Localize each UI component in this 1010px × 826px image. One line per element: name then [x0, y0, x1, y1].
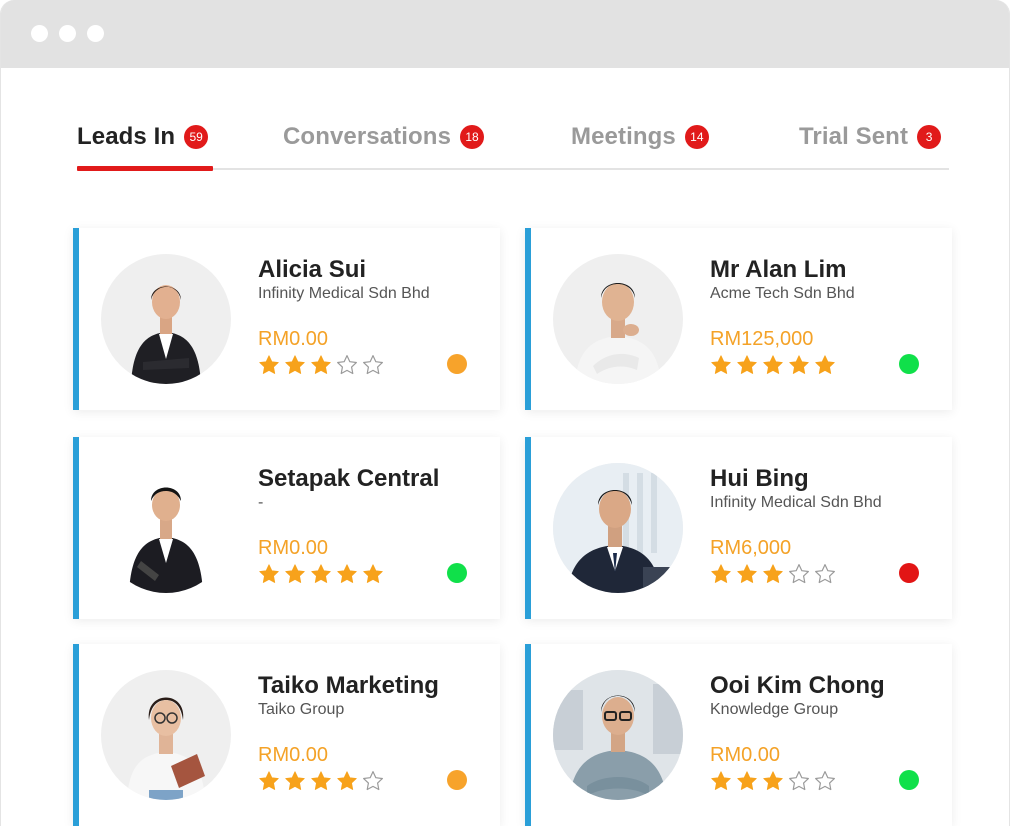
pipeline-tabs: Leads In 59 Conversations 18 Meetings 14…: [77, 117, 949, 171]
lead-name: Mr Alan Lim: [710, 256, 847, 283]
tab-trial-sent[interactable]: Trial Sent 3: [799, 117, 942, 171]
star-outline-icon: [789, 771, 809, 791]
status-dot: [899, 354, 919, 374]
star-filled-icon: [259, 564, 279, 583]
star-filled-icon: [789, 355, 809, 374]
window-dot-icon[interactable]: [31, 25, 48, 42]
lead-amount: RM0.00: [710, 744, 781, 766]
lead-amount: RM125,000: [710, 328, 814, 350]
tab-label: Meetings: [571, 123, 676, 150]
status-dot: [899, 770, 919, 790]
star-outline-icon: [815, 771, 835, 791]
lead-company: Infinity Medical Sdn Bhd: [258, 285, 430, 302]
status-dot: [447, 354, 467, 374]
star-outline-icon: [815, 564, 835, 584]
lead-card[interactable]: Taiko Marketing Taiko Group RM0.00: [73, 644, 500, 826]
star-filled-icon: [815, 355, 835, 374]
tab-label: Conversations: [283, 123, 452, 150]
avatar: [553, 463, 683, 593]
avatar: [101, 254, 231, 384]
tab-count-badge: 18: [460, 125, 485, 149]
lead-company: Acme Tech Sdn Bhd: [710, 285, 855, 302]
star-filled-icon: [763, 771, 783, 790]
star-filled-icon: [711, 355, 731, 374]
star-filled-icon: [311, 355, 331, 374]
window-dot-icon[interactable]: [59, 25, 76, 42]
star-filled-icon: [285, 355, 305, 374]
tab-leads-in[interactable]: Leads In 59: [77, 117, 209, 171]
tab-count-badge: 59: [184, 125, 209, 149]
lead-company: Infinity Medical Sdn Bhd: [710, 494, 882, 511]
lead-card[interactable]: Ooi Kim Chong Knowledge Group RM0.00: [525, 644, 952, 826]
status-dot: [899, 563, 919, 583]
lead-amount: RM6,000: [710, 537, 792, 559]
avatar: [101, 463, 231, 593]
avatar: [101, 670, 231, 800]
avatar: [553, 254, 683, 384]
star-outline-icon: [337, 355, 357, 375]
star-filled-icon: [285, 564, 305, 583]
avatar: [553, 670, 683, 800]
lead-amount: RM0.00: [258, 744, 329, 766]
star-filled-icon: [337, 771, 357, 790]
tab-meetings[interactable]: Meetings 14: [571, 117, 709, 171]
lead-amount: RM0.00: [258, 537, 329, 559]
lead-name: Hui Bing: [710, 465, 809, 492]
star-outline-icon: [789, 564, 809, 584]
lead-card[interactable]: Mr Alan Lim Acme Tech Sdn Bhd RM125,000: [525, 228, 952, 410]
tab-label: Trial Sent: [799, 123, 909, 150]
star-filled-icon: [259, 771, 279, 790]
lead-company: -: [258, 494, 264, 511]
star-filled-icon: [737, 771, 757, 790]
status-dot: [447, 770, 467, 790]
lead-name: Alicia Sui: [258, 256, 367, 283]
window-titlebar: [1, 0, 1009, 68]
tab-label: Leads In: [77, 123, 176, 150]
star-filled-icon: [711, 564, 731, 583]
star-outline-icon: [363, 771, 383, 791]
star-outline-icon: [363, 355, 383, 375]
lead-name: Ooi Kim Chong: [710, 672, 885, 699]
active-tab-indicator: [77, 166, 213, 171]
lead-rating: [258, 563, 384, 585]
star-filled-icon: [285, 771, 305, 790]
lead-card[interactable]: Hui Bing Infinity Medical Sdn Bhd RM6,00…: [525, 437, 952, 619]
star-filled-icon: [363, 564, 383, 583]
tab-conversations[interactable]: Conversations 18: [283, 117, 485, 171]
window-dot-icon[interactable]: [87, 25, 104, 42]
star-filled-icon: [763, 355, 783, 374]
lead-rating: [258, 770, 384, 792]
star-filled-icon: [259, 355, 279, 374]
lead-rating: [710, 354, 836, 376]
tab-count-badge: 3: [917, 125, 942, 149]
star-filled-icon: [737, 564, 757, 583]
lead-rating: [258, 354, 384, 376]
lead-name: Setapak Central: [258, 465, 440, 492]
lead-card[interactable]: Setapak Central - RM0.00: [73, 437, 500, 619]
star-filled-icon: [311, 564, 331, 583]
star-filled-icon: [311, 771, 331, 790]
browser-window: Leads In 59 Conversations 18 Meetings 14…: [0, 0, 1010, 826]
lead-amount: RM0.00: [258, 328, 329, 350]
star-filled-icon: [711, 771, 731, 790]
lead-company: Taiko Group: [258, 701, 345, 718]
lead-company: Knowledge Group: [710, 701, 839, 718]
lead-name: Taiko Marketing: [258, 672, 439, 699]
tab-count-badge: 14: [684, 125, 709, 149]
status-dot: [447, 563, 467, 583]
lead-card[interactable]: Alicia Sui Infinity Medical Sdn Bhd RM0.…: [73, 228, 500, 410]
lead-rating: [710, 563, 836, 585]
lead-rating: [710, 770, 836, 792]
star-filled-icon: [337, 564, 357, 583]
star-filled-icon: [737, 355, 757, 374]
star-filled-icon: [763, 564, 783, 583]
